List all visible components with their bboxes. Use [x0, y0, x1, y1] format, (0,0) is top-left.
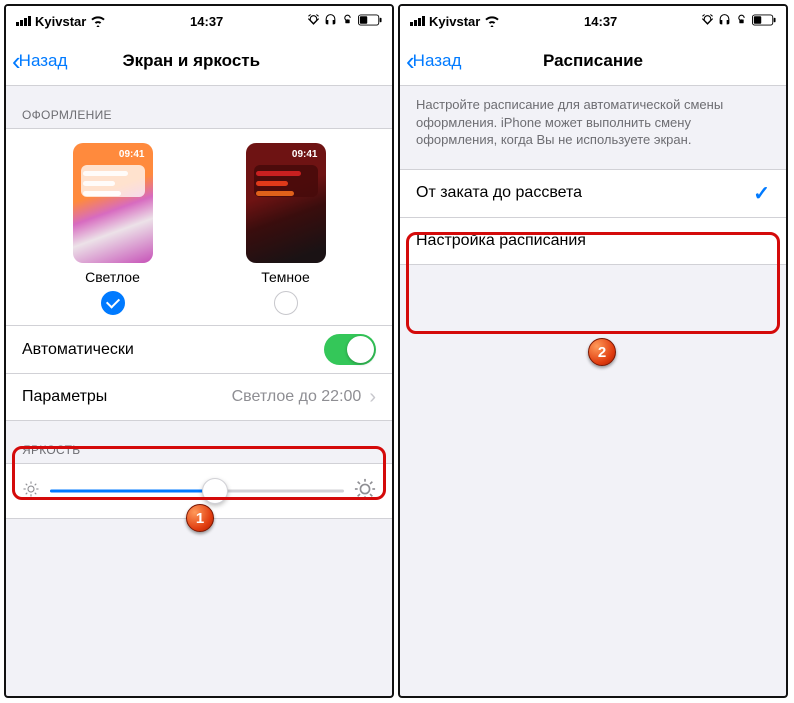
- parameters-label: Параметры: [22, 388, 107, 406]
- signal-icon: [410, 16, 425, 26]
- content-right: Настройте расписание для автоматической …: [400, 86, 786, 696]
- signal-icon: [16, 16, 31, 26]
- phone-right: Kyivstar 14:37 ‹ Назад Расписание Настро…: [398, 4, 788, 698]
- back-label: Назад: [413, 51, 462, 71]
- theme-picker: 09:41 Светлое 09:41: [6, 129, 392, 325]
- theme-label-light: Светлое: [85, 269, 140, 285]
- theme-label-dark: Темное: [261, 269, 309, 285]
- headphone-icon: [718, 13, 731, 29]
- page-title: Расписание: [543, 51, 643, 71]
- orientation-lock-icon: [735, 13, 748, 29]
- option-sunset-label: От заката до рассвета: [416, 184, 582, 202]
- battery-icon: [752, 14, 776, 29]
- row-custom-schedule[interactable]: Настройка расписания: [400, 217, 786, 265]
- radio-light[interactable]: [101, 291, 125, 315]
- orientation-lock-icon: [341, 13, 354, 29]
- radio-dark[interactable]: [274, 291, 298, 315]
- wifi-icon: [484, 15, 500, 27]
- wifi-icon: [90, 15, 106, 27]
- brightness-slider[interactable]: [50, 476, 344, 506]
- annotation-badge-1: 1: [186, 504, 214, 532]
- status-bar: Kyivstar 14:37: [400, 6, 786, 36]
- sun-large-icon: [354, 478, 376, 505]
- thumb-time: 09:41: [119, 149, 145, 160]
- section-header-appearance: ОФОРМЛЕНИЕ: [6, 86, 392, 128]
- thumb-time: 09:41: [292, 149, 318, 160]
- section-header-brightness: ЯРКОСТЬ: [6, 421, 392, 463]
- theme-option-dark[interactable]: 09:41 Темное: [246, 143, 326, 315]
- status-time: 14:37: [584, 14, 617, 29]
- alarm-icon: [701, 13, 714, 29]
- schedule-description: Настройте расписание для автоматической …: [400, 86, 786, 155]
- back-label: Назад: [19, 51, 68, 71]
- status-left: Kyivstar: [16, 14, 106, 29]
- nav-bar: ‹ Назад Экран и яркость: [6, 36, 392, 86]
- phone-left: Kyivstar 14:37 ‹ Назад Экран и яркость О…: [4, 4, 394, 698]
- alarm-icon: [307, 13, 320, 29]
- status-time: 14:37: [190, 14, 223, 29]
- option-custom-label: Настройка расписания: [416, 232, 586, 250]
- parameters-value: Светлое до 22:00: [232, 388, 362, 406]
- battery-icon: [358, 14, 382, 29]
- appearance-group: 09:41 Светлое 09:41: [6, 128, 392, 421]
- content-left: ОФОРМЛЕНИЕ 09:41 Светлое 09:41: [6, 86, 392, 696]
- checkmark-icon: ✓: [753, 181, 770, 206]
- headphone-icon: [324, 13, 337, 29]
- sun-small-icon: [22, 480, 40, 503]
- nav-bar: ‹ Назад Расписание: [400, 36, 786, 86]
- carrier-label: Kyivstar: [429, 14, 480, 29]
- theme-option-light[interactable]: 09:41 Светлое: [73, 143, 153, 315]
- back-button[interactable]: ‹ Назад: [12, 48, 67, 74]
- slider-thumb[interactable]: [202, 478, 228, 504]
- status-left: Kyivstar: [410, 14, 500, 29]
- automatic-label: Автоматически: [22, 341, 134, 359]
- carrier-label: Kyivstar: [35, 14, 86, 29]
- back-button[interactable]: ‹ Назад: [406, 48, 461, 74]
- theme-thumb-light: 09:41: [73, 143, 153, 263]
- chevron-right-icon: ›: [369, 386, 376, 409]
- status-right: [701, 13, 776, 29]
- row-automatic: Автоматически: [6, 325, 392, 373]
- row-parameters[interactable]: Параметры Светлое до 22:00 ›: [6, 373, 392, 421]
- row-sunset-sunrise[interactable]: От заката до рассвета ✓: [400, 169, 786, 217]
- annotation-badge-2: 2: [588, 338, 616, 366]
- status-right: [307, 13, 382, 29]
- page-title: Экран и яркость: [122, 51, 260, 71]
- theme-thumb-dark: 09:41: [246, 143, 326, 263]
- automatic-toggle[interactable]: [324, 334, 376, 365]
- status-bar: Kyivstar 14:37: [6, 6, 392, 36]
